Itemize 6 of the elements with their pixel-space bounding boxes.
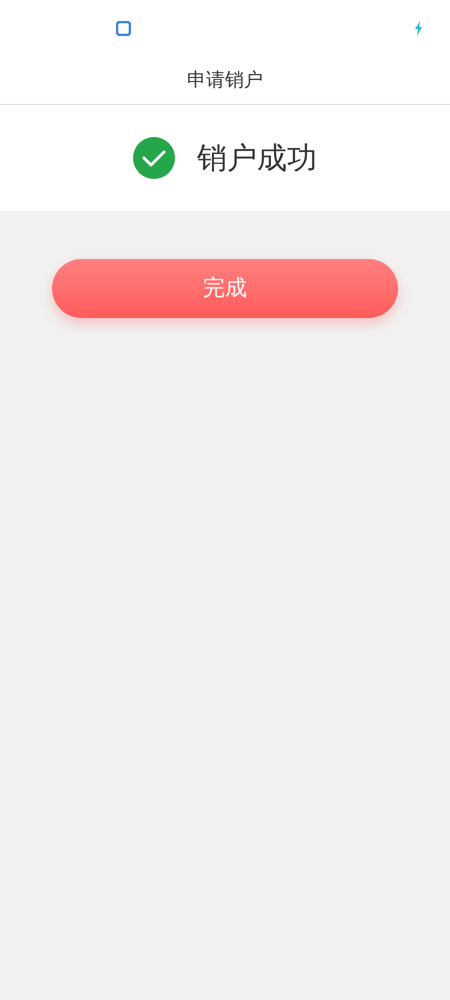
- check-icon: [133, 137, 175, 179]
- done-button[interactable]: 完成: [52, 259, 398, 318]
- result-message: 销户成功: [197, 140, 317, 178]
- app-icon: [116, 21, 131, 36]
- lightning-icon: [414, 21, 423, 36]
- page-title: 申请销户: [187, 68, 263, 93]
